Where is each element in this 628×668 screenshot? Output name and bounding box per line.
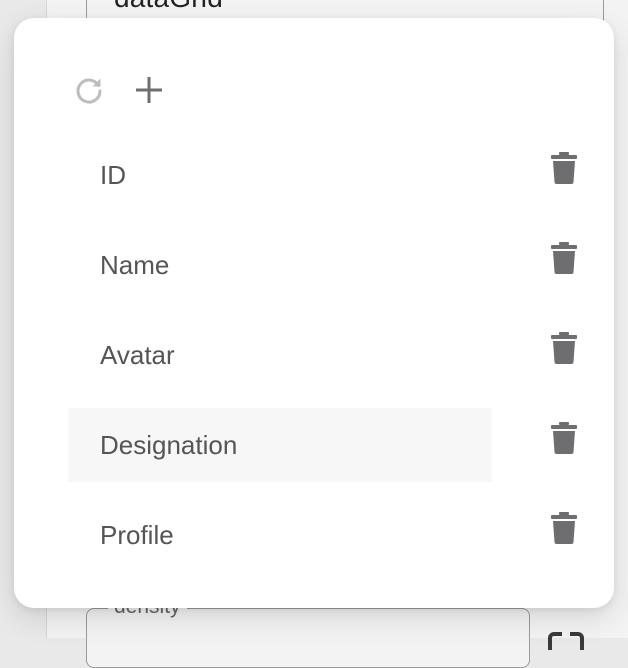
list-item: Designation [54,388,614,482]
partial-icon [548,632,584,650]
column-list: ID Name Avatar Designation Profile [54,118,614,568]
trash-icon [551,242,577,274]
column-label[interactable]: Name [68,228,492,302]
add-column-button[interactable] [128,70,170,110]
delete-column-button[interactable] [544,418,584,458]
delete-column-button[interactable] [544,328,584,368]
column-label[interactable]: Designation [68,408,492,482]
column-manager-popup: ID Name Avatar Designation Profile [14,18,614,608]
refresh-button[interactable] [68,70,110,110]
trash-icon [551,422,577,454]
trash-icon [551,512,577,544]
list-item: Name [54,208,614,298]
delete-column-button[interactable] [544,508,584,548]
plus-icon [136,77,162,103]
list-item: Avatar [54,298,614,388]
delete-column-button[interactable] [544,148,584,188]
list-item: ID [54,118,614,208]
column-label[interactable]: Avatar [68,318,492,392]
trash-icon [551,152,577,184]
list-item: Profile [54,478,614,568]
column-label[interactable]: ID [68,138,492,212]
trash-icon [551,332,577,364]
refresh-icon [76,78,102,104]
background-text-field-value: dataGrid [114,0,223,14]
popup-toolbar [68,70,170,110]
column-label[interactable]: Profile [68,498,492,572]
delete-column-button[interactable] [544,238,584,278]
